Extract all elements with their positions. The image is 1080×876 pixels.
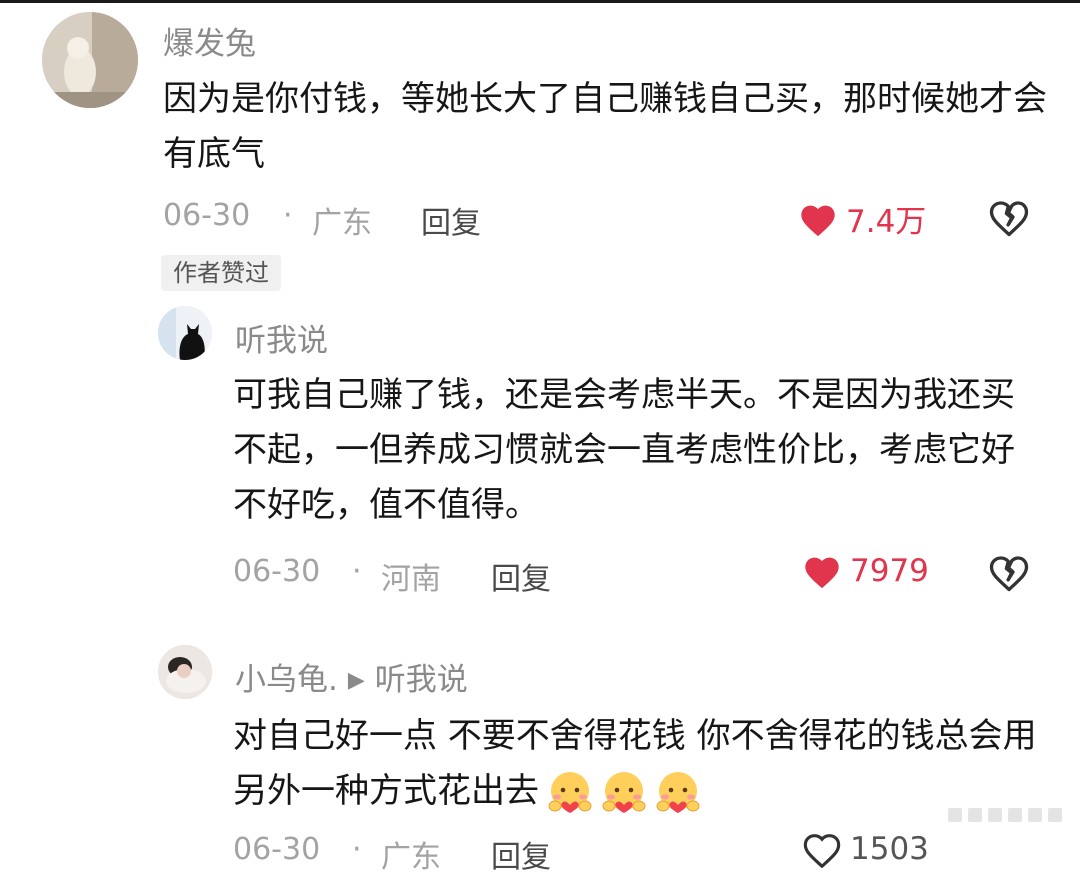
comment-location: 广东 xyxy=(312,206,372,241)
comment-username[interactable]: 听我说 xyxy=(235,315,328,360)
comment-username[interactable]: 小乌龟. ▶ 听我说 xyxy=(235,654,468,699)
hugging-face-icon xyxy=(602,771,646,813)
hugging-face-icon xyxy=(548,771,592,813)
dislike-button[interactable] xyxy=(988,552,1030,596)
meta-separator: · xyxy=(283,198,293,233)
broken-heart-icon xyxy=(989,201,1029,237)
top-border xyxy=(0,0,1080,3)
hugging-face-emoji-group xyxy=(539,771,701,813)
avatar[interactable] xyxy=(158,306,212,360)
comment-text: 对自己好一点 不要不舍得花钱 你不舍得花的钱总会用另外一种方式花出去 xyxy=(233,709,1063,819)
comment-location: 河南 xyxy=(381,562,441,597)
heart-filled-icon xyxy=(805,557,839,589)
author-liked-badge: 作者赞过 xyxy=(161,255,281,291)
reply-to-username[interactable]: 听我说 xyxy=(375,662,468,698)
comment-date: 06-30 xyxy=(163,198,251,233)
hugging-face-icon xyxy=(656,771,700,813)
meta-separator: · xyxy=(352,554,362,589)
like-count: 7979 xyxy=(850,553,929,589)
comment-location: 广东 xyxy=(381,840,441,875)
dislike-button[interactable] xyxy=(988,197,1030,241)
broken-heart-icon xyxy=(989,556,1029,592)
reply-arrow-icon: ▶ xyxy=(347,668,365,693)
like-button[interactable]: 7.4万 xyxy=(798,196,926,241)
heart-filled-icon xyxy=(801,205,835,236)
reply-button[interactable]: 回复 xyxy=(491,554,551,598)
reply-button[interactable]: 回复 xyxy=(491,832,551,876)
like-button[interactable]: 1503 xyxy=(802,830,929,868)
comment-username-text: 小乌龟. xyxy=(235,662,338,698)
watermark xyxy=(948,808,1062,822)
avatar[interactable] xyxy=(42,12,138,108)
comment-date: 06-30 xyxy=(233,554,321,589)
comment-username[interactable]: 爆发兔 xyxy=(163,18,256,63)
comment-text: 可我自己赚了钱，还是会考虑半天。不是因为我还买不起，一但养成习惯就会一直考虑性价… xyxy=(233,375,1015,525)
reply-button[interactable]: 回复 xyxy=(421,198,481,242)
like-button[interactable]: 7979 xyxy=(802,552,929,590)
heart-outline-icon xyxy=(803,834,841,868)
like-count: 7.4万 xyxy=(846,204,927,240)
comment-text: 因为是你付钱，等她长大了自己赚钱自己买，那时候她才会有底气 xyxy=(163,79,1047,174)
like-count: 1503 xyxy=(850,831,929,867)
avatar[interactable] xyxy=(158,645,212,699)
